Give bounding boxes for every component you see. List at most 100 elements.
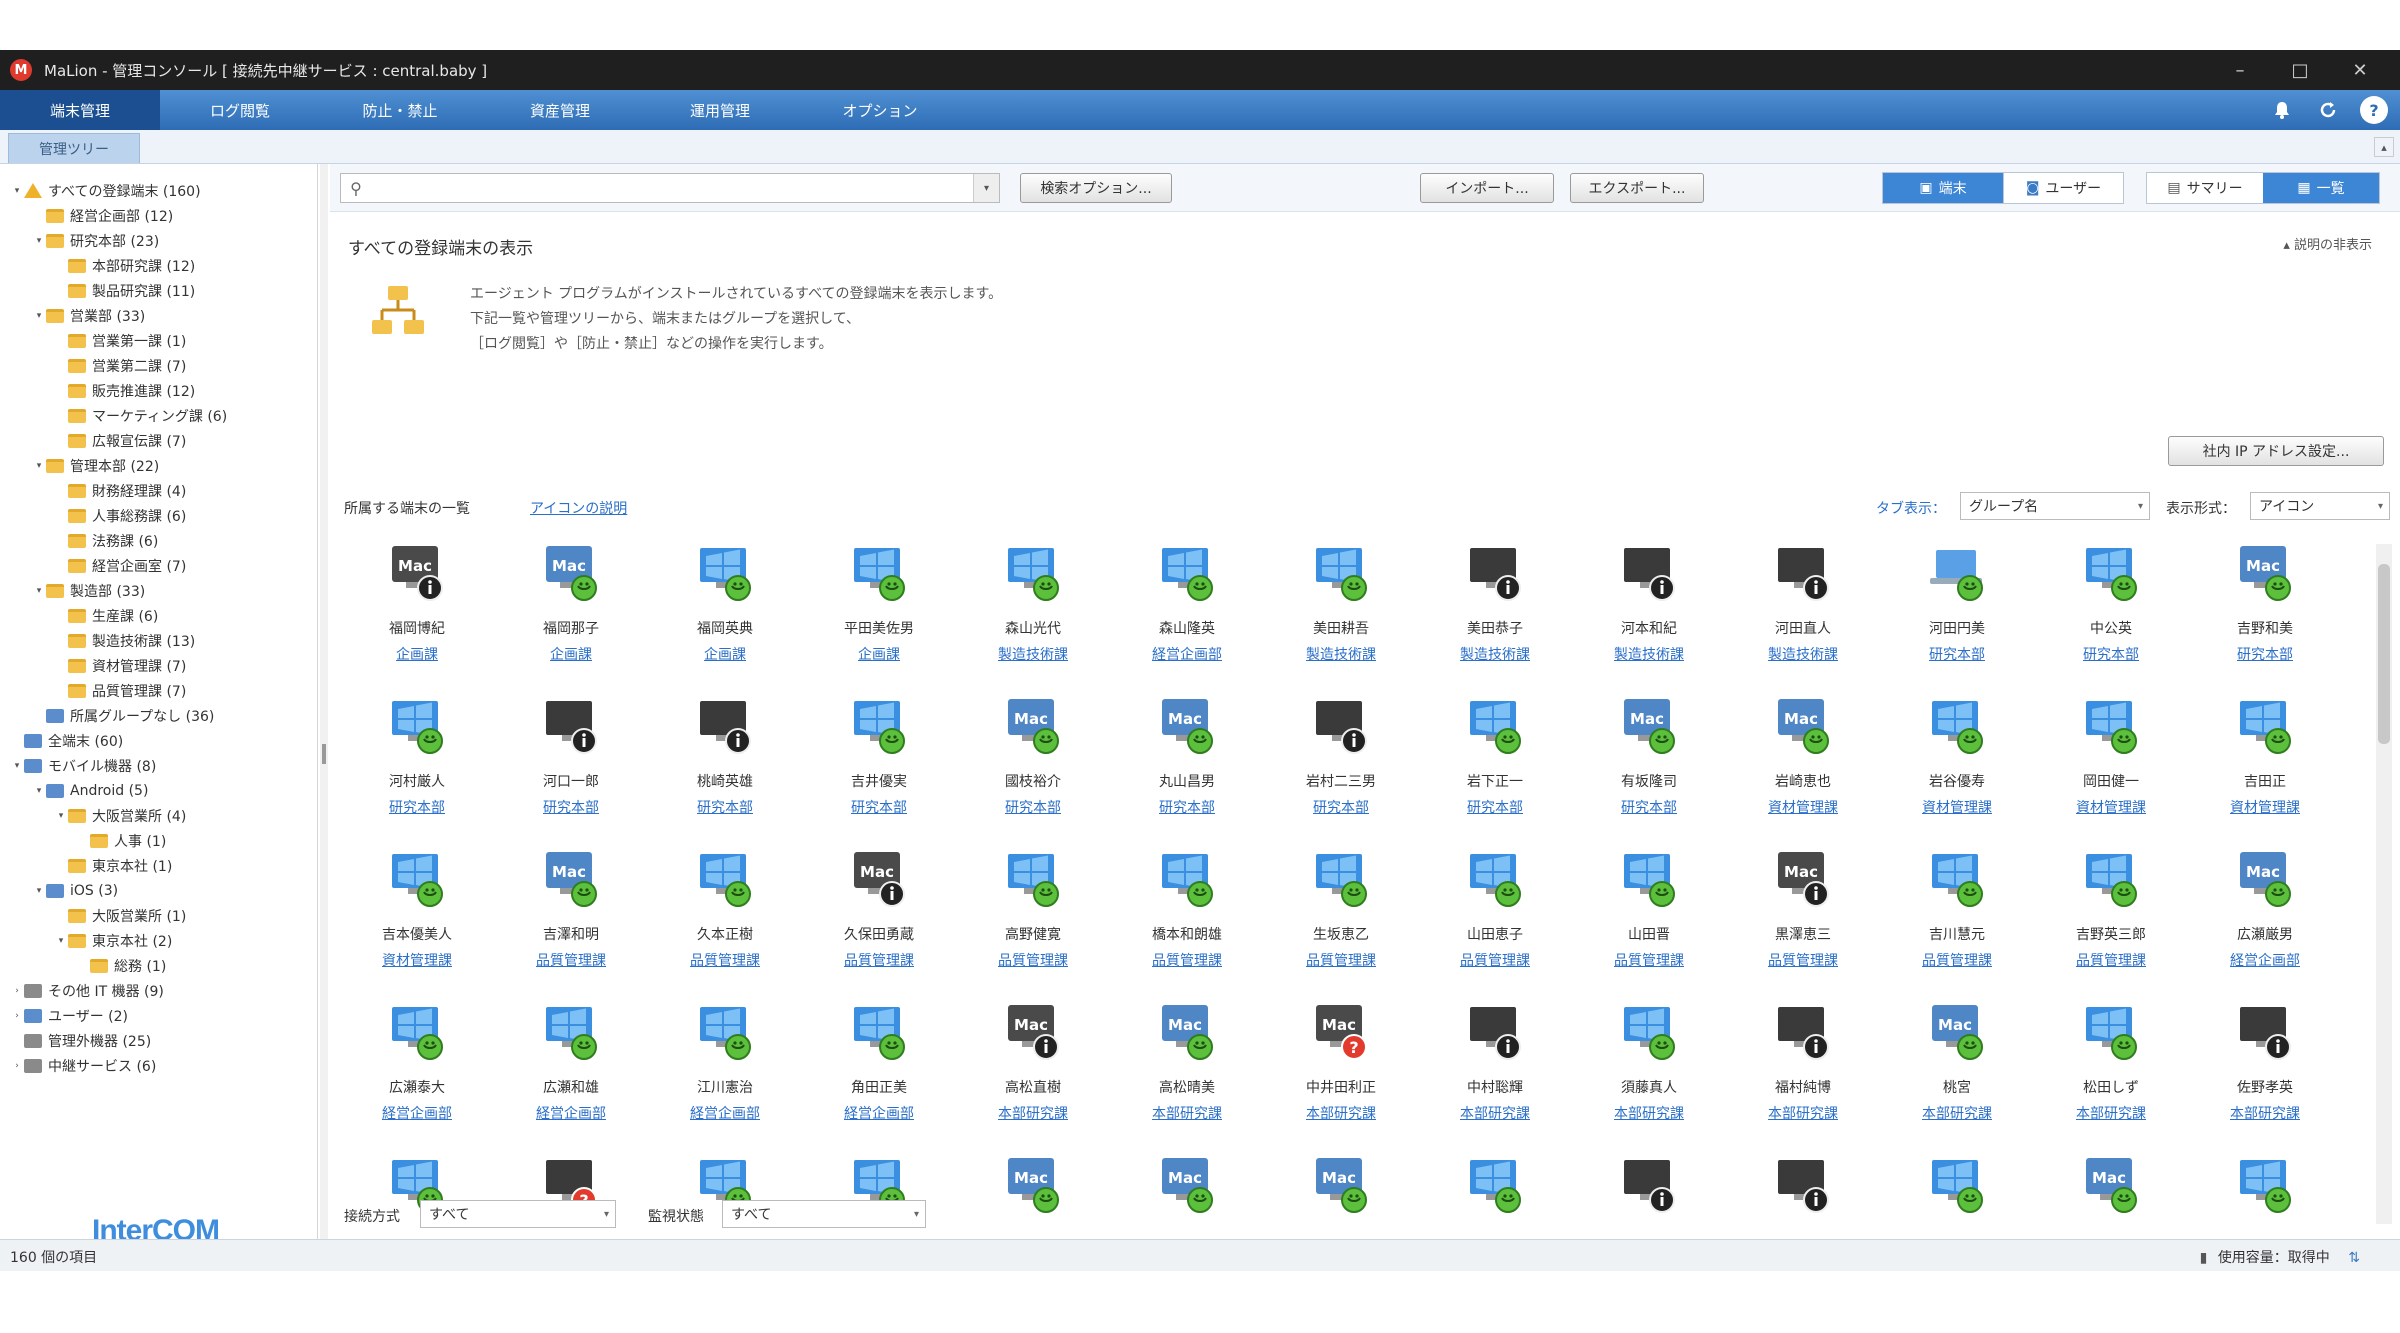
terminal-group-link[interactable]: 研究本部: [1880, 644, 2034, 664]
terminal-group-link[interactable]: 研究本部: [2034, 644, 2188, 664]
terminal-group-link[interactable]: 製造技術課: [956, 644, 1110, 664]
terminal-group-link[interactable]: 研究本部: [1264, 797, 1418, 817]
terminal-item[interactable]: Mac 高松直樹 本部研究課: [956, 1001, 1110, 1151]
terminal-item[interactable]: 吉本優美人 資材管理課: [340, 848, 494, 998]
terminal-item[interactable]: 福村純博 本部研究課: [1726, 1001, 1880, 1151]
terminal-item[interactable]: 広瀬泰大 経営企画部: [340, 1001, 494, 1151]
terminal-group-link[interactable]: 製造技術課: [1726, 644, 1880, 664]
terminal-item[interactable]: 岡田健一 資材管理課: [2034, 695, 2188, 845]
close-button[interactable]: ✕: [2330, 50, 2390, 90]
terminal-group-link[interactable]: 企画課: [802, 644, 956, 664]
terminal-item[interactable]: 生坂恵乙 品質管理課: [1264, 848, 1418, 998]
tree-node[interactable]: 生産課 (6): [10, 603, 315, 628]
tree-node[interactable]: ▾ iOS (3): [10, 878, 315, 903]
view-terminal-button[interactable]: ▣ 端末: [1883, 173, 2003, 203]
expand-arrow-icon[interactable]: ▾: [32, 461, 46, 471]
terminal-item[interactable]: Mac 広瀬厳男 経営企画部: [2188, 848, 2342, 998]
tree-node[interactable]: 営業第二課 (7): [10, 353, 315, 378]
terminal-item[interactable]: 福岡英典 企画課: [648, 542, 802, 692]
connection-method-select[interactable]: すべて ▾: [420, 1200, 616, 1228]
terminal-group-link[interactable]: 本部研究課: [1726, 1103, 1880, 1123]
terminal-item[interactable]: Mac: [956, 1154, 1110, 1232]
terminal-item[interactable]: 山田恵子 品質管理課: [1418, 848, 1572, 998]
terminal-item[interactable]: Mac: [2034, 1154, 2188, 1232]
terminal-item[interactable]: 平田美佐男 企画課: [802, 542, 956, 692]
tree-node[interactable]: 所属グループなし (36): [10, 703, 315, 728]
expand-arrow-icon[interactable]: ▾: [54, 936, 68, 946]
terminal-item[interactable]: Mac: [1110, 1154, 1264, 1232]
tree-node[interactable]: ▾ 営業部 (33): [10, 303, 315, 328]
terminal-item[interactable]: 河口一郎 研究本部: [494, 695, 648, 845]
terminal-item[interactable]: [1880, 1154, 2034, 1232]
expand-arrow-icon[interactable]: ▾: [54, 811, 68, 821]
tree-node[interactable]: 人事総務課 (6): [10, 503, 315, 528]
terminal-group-link[interactable]: 本部研究課: [2034, 1103, 2188, 1123]
tree-node[interactable]: 大阪営業所 (1): [10, 903, 315, 928]
import-button[interactable]: インポート...: [1420, 173, 1554, 203]
tree-node[interactable]: ▾ すべての登録端末 (160): [10, 178, 315, 203]
terminal-item[interactable]: Mac 黒澤恵三 品質管理課: [1726, 848, 1880, 998]
scrollbar-thumb[interactable]: [2378, 564, 2390, 744]
terminal-item[interactable]: Mac 福岡那子 企画課: [494, 542, 648, 692]
tree-node[interactable]: ▾ 製造部 (33): [10, 578, 315, 603]
terminal-group-link[interactable]: 経営企画部: [648, 1103, 802, 1123]
terminal-item[interactable]: 佐野孝英 本部研究課: [2188, 1001, 2342, 1151]
terminal-item[interactable]: 河田円美 研究本部: [1880, 542, 2034, 692]
terminal-item[interactable]: 岩村二三男 研究本部: [1264, 695, 1418, 845]
terminal-item[interactable]: 須藤真人 本部研究課: [1572, 1001, 1726, 1151]
terminal-group-link[interactable]: 経営企画部: [340, 1103, 494, 1123]
terminal-item[interactable]: 吉川慧元 品質管理課: [1880, 848, 2034, 998]
expand-arrow-icon[interactable]: ▾: [10, 761, 24, 771]
tree-node[interactable]: 経営企画部 (12): [10, 203, 315, 228]
display-format-select[interactable]: アイコン ▾: [2250, 492, 2390, 520]
menu-options[interactable]: オプション: [800, 90, 960, 130]
terminal-group-link[interactable]: 研究本部: [2188, 644, 2342, 664]
terminal-group-link[interactable]: 研究本部: [1110, 797, 1264, 817]
terminal-item[interactable]: 吉野英三郎 品質管理課: [2034, 848, 2188, 998]
terminal-item[interactable]: 吉井優実 研究本部: [802, 695, 956, 845]
menu-terminal-management[interactable]: 端末管理: [0, 90, 160, 130]
terminal-item[interactable]: Mac 丸山昌男 研究本部: [1110, 695, 1264, 845]
vertical-scrollbar[interactable]: [2376, 544, 2392, 1224]
hide-description-link[interactable]: ▴ 説明の非表示: [2283, 234, 2372, 253]
view-user-button[interactable]: ◙ ユーザー: [2003, 173, 2123, 203]
expand-arrow-icon[interactable]: ›: [10, 1011, 24, 1021]
terminal-item[interactable]: [2188, 1154, 2342, 1232]
maximize-button[interactable]: □: [2270, 50, 2330, 90]
terminal-item[interactable]: 広瀬和雄 経営企画部: [494, 1001, 648, 1151]
terminal-item[interactable]: [1418, 1154, 1572, 1232]
tree-node[interactable]: › その他 IT 機器 (9): [10, 978, 315, 1003]
tree-node[interactable]: 資材管理課 (7): [10, 653, 315, 678]
terminal-item[interactable]: [1572, 1154, 1726, 1232]
terminal-group-link[interactable]: 経営企画部: [2188, 950, 2342, 970]
terminal-item[interactable]: Mac? 中井田利正 本部研究課: [1264, 1001, 1418, 1151]
terminal-item[interactable]: Mac 桃宮 本部研究課: [1880, 1001, 2034, 1151]
terminal-item[interactable]: 森山隆英 経営企画部: [1110, 542, 1264, 692]
terminal-item[interactable]: 岩下正一 研究本部: [1418, 695, 1572, 845]
terminal-group-link[interactable]: 本部研究課: [2188, 1103, 2342, 1123]
expand-arrow-icon[interactable]: ▾: [32, 886, 46, 896]
expand-arrow-icon[interactable]: ›: [10, 1061, 24, 1071]
menu-asset-management[interactable]: 資産管理: [480, 90, 640, 130]
terminal-group-link[interactable]: 研究本部: [1418, 797, 1572, 817]
collapse-icon[interactable]: ▴: [2374, 137, 2394, 157]
tree-node[interactable]: 営業第一課 (1): [10, 328, 315, 353]
tree-node[interactable]: › ユーザー (2): [10, 1003, 315, 1028]
terminal-group-link[interactable]: 企画課: [340, 644, 494, 664]
terminal-group-link[interactable]: 経営企画部: [494, 1103, 648, 1123]
terminal-group-link[interactable]: 経営企画部: [1110, 644, 1264, 664]
terminal-group-link[interactable]: 資材管理課: [2034, 797, 2188, 817]
terminal-item[interactable]: 中公英 研究本部: [2034, 542, 2188, 692]
tree-node[interactable]: ▾ Android (5): [10, 778, 315, 803]
terminal-group-link[interactable]: 企画課: [648, 644, 802, 664]
terminal-group-link[interactable]: 研究本部: [1572, 797, 1726, 817]
tree-node[interactable]: 法務課 (6): [10, 528, 315, 553]
terminal-group-link[interactable]: 製造技術課: [1418, 644, 1572, 664]
expand-arrow-icon[interactable]: ›: [10, 986, 24, 996]
tree-node[interactable]: 本部研究課 (12): [10, 253, 315, 278]
terminal-item[interactable]: 角田正美 経営企画部: [802, 1001, 956, 1151]
tree-node[interactable]: 製品研究課 (11): [10, 278, 315, 303]
ip-address-settings-button[interactable]: 社内 IP アドレス設定...: [2168, 436, 2384, 466]
menu-log-view[interactable]: ログ閲覧: [160, 90, 320, 130]
tree-node[interactable]: 全端末 (60): [10, 728, 315, 753]
